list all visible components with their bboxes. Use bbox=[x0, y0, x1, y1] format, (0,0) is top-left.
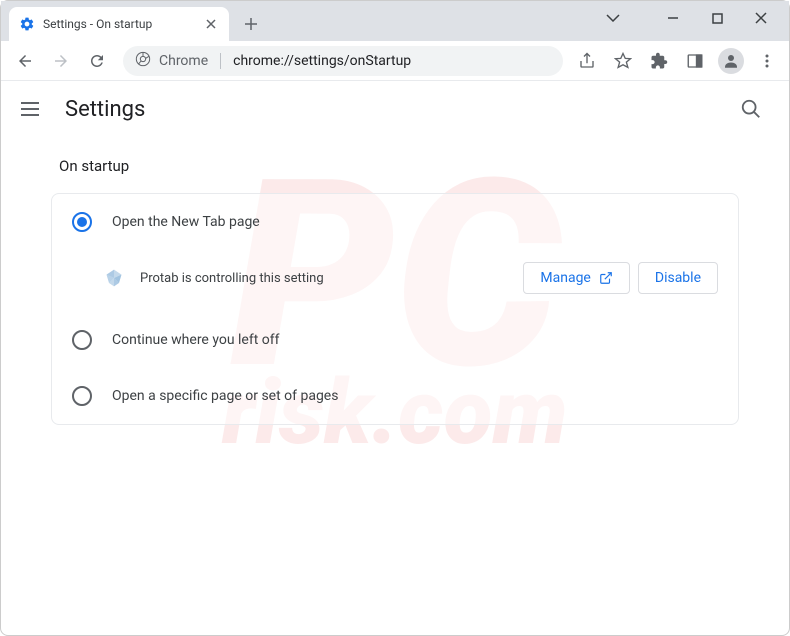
star-icon[interactable] bbox=[609, 47, 637, 75]
close-window-button[interactable] bbox=[739, 4, 783, 32]
radio-button[interactable] bbox=[72, 386, 92, 406]
search-icon[interactable] bbox=[733, 91, 769, 127]
share-icon[interactable] bbox=[573, 47, 601, 75]
option-specific-pages[interactable]: Open a specific page or set of pages bbox=[52, 368, 738, 424]
settings-icon bbox=[19, 16, 35, 32]
extension-message: Protab is controlling this setting bbox=[140, 271, 515, 286]
radio-button[interactable] bbox=[72, 330, 92, 350]
option-continue[interactable]: Continue where you left off bbox=[52, 312, 738, 368]
menu-icon[interactable] bbox=[753, 47, 781, 75]
extensions-icon[interactable] bbox=[645, 47, 673, 75]
profile-button[interactable] bbox=[717, 47, 745, 75]
startup-card: Open the New Tab page Protab is controll… bbox=[51, 193, 739, 425]
chrome-icon bbox=[135, 51, 151, 71]
back-button[interactable] bbox=[9, 45, 41, 77]
url-separator bbox=[220, 53, 221, 69]
window-controls bbox=[595, 1, 789, 41]
option-label: Continue where you left off bbox=[112, 332, 280, 348]
url-path: chrome://settings/onStartup bbox=[233, 53, 411, 69]
extension-app-icon bbox=[104, 268, 124, 288]
maximize-button[interactable] bbox=[695, 4, 739, 32]
manage-button[interactable]: Manage bbox=[523, 262, 629, 294]
option-label: Open a specific page or set of pages bbox=[112, 388, 338, 404]
disable-label: Disable bbox=[655, 270, 701, 286]
disable-button[interactable]: Disable bbox=[638, 262, 718, 294]
option-new-tab[interactable]: Open the New Tab page bbox=[52, 194, 738, 250]
close-icon[interactable] bbox=[203, 16, 219, 32]
hamburger-icon[interactable] bbox=[21, 97, 45, 121]
sidepanel-icon[interactable] bbox=[681, 47, 709, 75]
settings-header: Settings bbox=[1, 81, 789, 137]
browser-titlebar: Settings - On startup bbox=[1, 1, 789, 41]
browser-tab[interactable]: Settings - On startup bbox=[9, 7, 229, 41]
url-origin: Chrome bbox=[159, 53, 208, 69]
minimize-button[interactable] bbox=[651, 4, 695, 32]
reload-button[interactable] bbox=[81, 45, 113, 77]
url-field[interactable]: Chrome chrome://settings/onStartup bbox=[123, 46, 563, 76]
extension-notice: Protab is controlling this setting Manag… bbox=[52, 250, 738, 312]
chevron-down-icon[interactable] bbox=[595, 4, 631, 32]
settings-content: On startup Open the New Tab page Protab … bbox=[1, 137, 789, 445]
radio-button[interactable] bbox=[72, 212, 92, 232]
manage-label: Manage bbox=[540, 270, 590, 286]
address-bar: Chrome chrome://settings/onStartup bbox=[1, 41, 789, 81]
page-title: Settings bbox=[65, 97, 145, 122]
forward-button[interactable] bbox=[45, 45, 77, 77]
option-label: Open the New Tab page bbox=[112, 214, 260, 230]
tab-title: Settings - On startup bbox=[43, 17, 203, 31]
section-title: On startup bbox=[51, 157, 739, 175]
avatar-icon bbox=[718, 48, 744, 74]
external-link-icon bbox=[599, 271, 613, 285]
new-tab-button[interactable] bbox=[237, 10, 265, 38]
